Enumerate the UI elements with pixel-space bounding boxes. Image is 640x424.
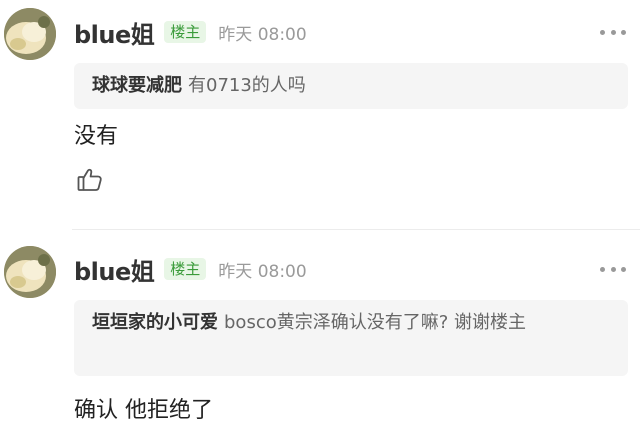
post-time: 昨天 08:00	[218, 24, 307, 45]
quote-text: 有0713的人吗	[188, 75, 306, 96]
reply-thread: blue姐 楼主 昨天 08:00 球球要减肥 有0713的人吗 没有 blue…	[0, 0, 640, 423]
quote-author[interactable]: 垣垣家的小可爱	[92, 312, 218, 333]
reply-post: blue姐 楼主 昨天 08:00 球球要减肥 有0713的人吗 没有	[0, 0, 640, 230]
username[interactable]: blue姐	[74, 252, 155, 287]
more-icon[interactable]	[600, 27, 626, 37]
username[interactable]: blue姐	[74, 15, 155, 50]
post-time: 昨天 08:00	[218, 261, 307, 282]
avatar[interactable]	[4, 8, 56, 60]
quoted-reply[interactable]: 球球要减肥 有0713的人吗	[74, 63, 628, 109]
quote-author[interactable]: 球球要减肥	[92, 75, 182, 96]
avatar[interactable]	[4, 246, 56, 298]
thumbs-up-icon[interactable]	[76, 166, 104, 194]
op-badge: 楼主	[164, 21, 207, 43]
post-meta: blue姐 楼主 昨天 08:00	[74, 15, 307, 50]
op-badge: 楼主	[164, 258, 207, 280]
post-meta: blue姐 楼主 昨天 08:00	[74, 252, 307, 287]
post-content: 没有	[74, 124, 119, 149]
quoted-reply[interactable]: 垣垣家的小可爱 bosco黄宗泽确认没有了嘛? 谢谢楼主	[74, 300, 628, 376]
reply-post: blue姐 楼主 昨天 08:00 垣垣家的小可爱 bosco黄宗泽确认没有了嘛?…	[0, 230, 640, 423]
more-icon[interactable]	[600, 264, 626, 274]
quote-text: bosco黄宗泽确认没有了嘛? 谢谢楼主	[224, 312, 526, 333]
post-content: 确认 他拒绝了	[74, 398, 213, 423]
